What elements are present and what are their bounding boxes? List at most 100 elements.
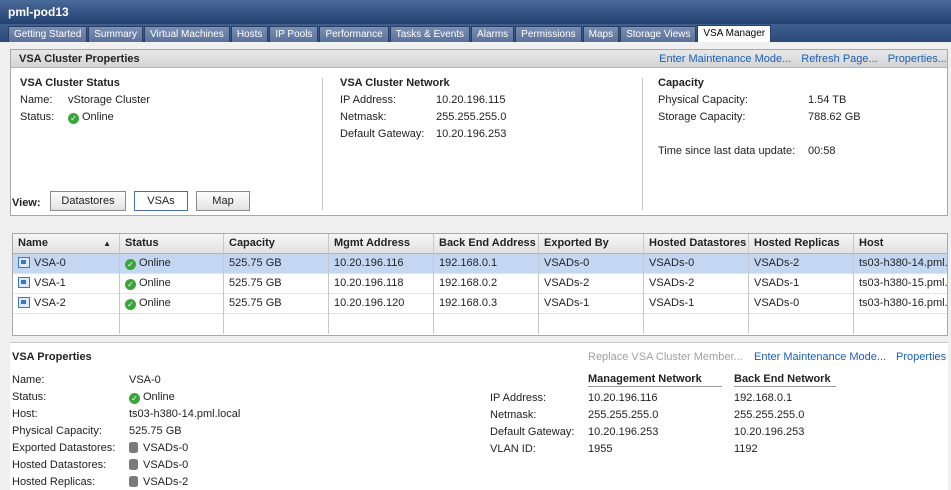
cell-name: VSA-2 <box>13 294 120 314</box>
cell-hosted-replicas: VSADs-1 <box>749 274 854 294</box>
cell-hosted-replicas: VSADs-2 <box>749 254 854 274</box>
cell-exported-by: VSADs-2 <box>539 274 644 294</box>
net-gateway-backend: 10.20.196.253 <box>734 426 805 438</box>
net-netmask-label: Netmask: <box>490 409 537 421</box>
cell-status-text: Online <box>139 277 171 289</box>
col-header-host[interactable]: Host <box>854 234 947 254</box>
vsa-hosted-replicas-value-wrap: VSADs-2 <box>129 476 188 488</box>
cell-name-text: VSA-1 <box>34 277 66 289</box>
cell-name: VSA-0 <box>13 254 120 274</box>
col-header-label: Name <box>18 237 48 249</box>
sort-ascending-icon: ▲ <box>103 239 111 248</box>
tab-getting-started[interactable]: Getting Started <box>8 26 88 42</box>
tab-tasks-events[interactable]: Tasks & Events <box>389 26 471 42</box>
col-header-status[interactable]: Status <box>120 234 224 254</box>
vsa-name-value: VSA-0 <box>129 374 161 386</box>
cell-status: ✓ Online <box>120 254 224 274</box>
cell-hosted-datastores: VSADs-1 <box>644 294 749 314</box>
enter-maintenance-mode-link[interactable]: Enter Maintenance Mode... <box>659 53 791 65</box>
col-header-exported-by[interactable]: Exported By <box>539 234 644 254</box>
empty-cell <box>13 314 120 334</box>
datastore-icon <box>129 459 138 470</box>
refresh-page-link[interactable]: Refresh Page... <box>801 53 877 65</box>
datastore-icon <box>129 476 138 487</box>
col-header-hosted-replicas[interactable]: Hosted Replicas <box>749 234 854 254</box>
cluster-name-label: Name: <box>20 94 53 106</box>
vsa-properties-title: VSA Properties <box>12 351 92 363</box>
online-check-icon: ✓ <box>125 259 136 270</box>
datastore-icon <box>129 442 138 453</box>
cluster-status-value-wrap: ✓ Online <box>68 111 114 124</box>
cell-exported-by: VSADs-1 <box>539 294 644 314</box>
col-header-name[interactable]: Name ▲ <box>13 234 120 254</box>
vsa-exported-datastores-label: Exported Datastores: <box>12 442 116 454</box>
cluster-status-label: Status: <box>20 111 55 123</box>
cluster-gateway-label: Default Gateway: <box>340 128 425 140</box>
net-vlan-mgmt: 1955 <box>588 443 613 455</box>
vsa-hosted-datastores-value: VSADs-0 <box>143 459 189 471</box>
capacity-title: Capacity <box>658 77 704 89</box>
vsa-physical-capacity-value: 525.75 GB <box>129 425 182 437</box>
net-ip-label: IP Address: <box>490 392 547 404</box>
table-row[interactable]: VSA-2 ✓ Online 525.75 GB 10.20.196.120 19… <box>13 294 947 314</box>
tab-bar: Getting Started Summary Virtual Machines… <box>0 24 951 42</box>
table-header: Name ▲ Status Capacity Mgmt Address Back … <box>13 234 947 254</box>
cell-name: VSA-1 <box>13 274 120 294</box>
vsa-properties-link[interactable]: Properties <box>896 351 946 363</box>
vsa-physical-capacity-label: Physical Capacity: <box>12 425 102 437</box>
tab-storage-views[interactable]: Storage Views <box>620 26 697 42</box>
cell-backend-address: 192.168.0.1 <box>434 254 539 274</box>
tab-vsa-manager[interactable]: VSA Manager <box>697 25 772 42</box>
empty-cell <box>749 314 854 334</box>
cell-host: ts03-h380-14.pml.local <box>859 257 948 269</box>
col-header-mgmt-address[interactable]: Mgmt Address <box>329 234 434 254</box>
tab-maps[interactable]: Maps <box>582 26 620 42</box>
cell-status: ✓ Online <box>120 294 224 314</box>
online-check-icon: ✓ <box>125 299 136 310</box>
vsas-view-button[interactable]: VSAs <box>134 191 188 211</box>
net-vlan-backend: 1192 <box>734 443 758 455</box>
empty-cell <box>329 314 434 334</box>
map-view-button[interactable]: Map <box>196 191 250 211</box>
table-row[interactable]: VSA-1 ✓ Online 525.75 GB 10.20.196.118 19… <box>13 274 947 294</box>
tab-performance[interactable]: Performance <box>319 26 389 42</box>
window-title: pml-pod13 <box>0 0 951 24</box>
cell-hosted-replicas: VSADs-0 <box>749 294 854 314</box>
datastores-view-button[interactable]: Datastores <box>50 191 126 211</box>
tab-hosts[interactable]: Hosts <box>230 26 269 42</box>
vsa-vm-icon <box>18 257 30 268</box>
tab-ip-pools[interactable]: IP Pools <box>269 26 319 42</box>
cluster-netmask-label: Netmask: <box>340 111 387 123</box>
cluster-ip-value: 10.20.196.115 <box>436 94 506 106</box>
cluster-properties-link[interactable]: Properties... <box>888 53 947 65</box>
view-label: View: <box>12 197 41 209</box>
cell-backend-address: 192.168.0.3 <box>434 294 539 314</box>
cell-capacity: 525.75 GB <box>224 294 329 314</box>
tab-alarms[interactable]: Alarms <box>471 26 515 42</box>
vsa-status-label: Status: <box>12 391 47 403</box>
empty-cell <box>224 314 329 334</box>
cell-host: ts03-h380-15.pml.local <box>859 277 948 289</box>
vsa-hosted-replicas-label: Hosted Replicas: <box>12 476 96 488</box>
tab-virtual-machines[interactable]: Virtual Machines <box>144 26 230 42</box>
net-netmask-backend: 255.255.255.0 <box>734 409 805 421</box>
empty-cell <box>644 314 749 334</box>
vsa-hosted-datastores-value-wrap: VSADs-0 <box>129 459 188 471</box>
col-header-hosted-datastores[interactable]: Hosted Datastores <box>644 234 749 254</box>
cell-hosted-datastores: VSADs-2 <box>644 274 749 294</box>
col-header-backend-address[interactable]: Back End Address <box>434 234 539 254</box>
cell-capacity: 525.75 GB <box>224 274 329 294</box>
cluster-status-title: VSA Cluster Status <box>20 77 120 89</box>
table-row[interactable]: VSA-0 ✓ Online 525.75 GB 10.20.196.116 19… <box>13 254 947 274</box>
vsa-properties-panel: VSA Properties Replace VSA Cluster Membe… <box>10 342 948 490</box>
net-gateway-mgmt: 10.20.196.253 <box>588 426 659 438</box>
replace-cluster-member-link[interactable]: Replace VSA Cluster Member... <box>588 351 743 363</box>
tab-summary[interactable]: Summary <box>88 26 144 42</box>
col-header-capacity[interactable]: Capacity <box>224 234 329 254</box>
divider <box>642 78 643 210</box>
last-update-value: 00:58 <box>808 145 836 157</box>
tab-permissions[interactable]: Permissions <box>515 26 582 42</box>
cell-mgmt-address: 10.20.196.120 <box>329 294 434 314</box>
vsa-vm-icon <box>18 297 30 308</box>
vsa-enter-maintenance-mode-link[interactable]: Enter Maintenance Mode... <box>754 351 886 363</box>
